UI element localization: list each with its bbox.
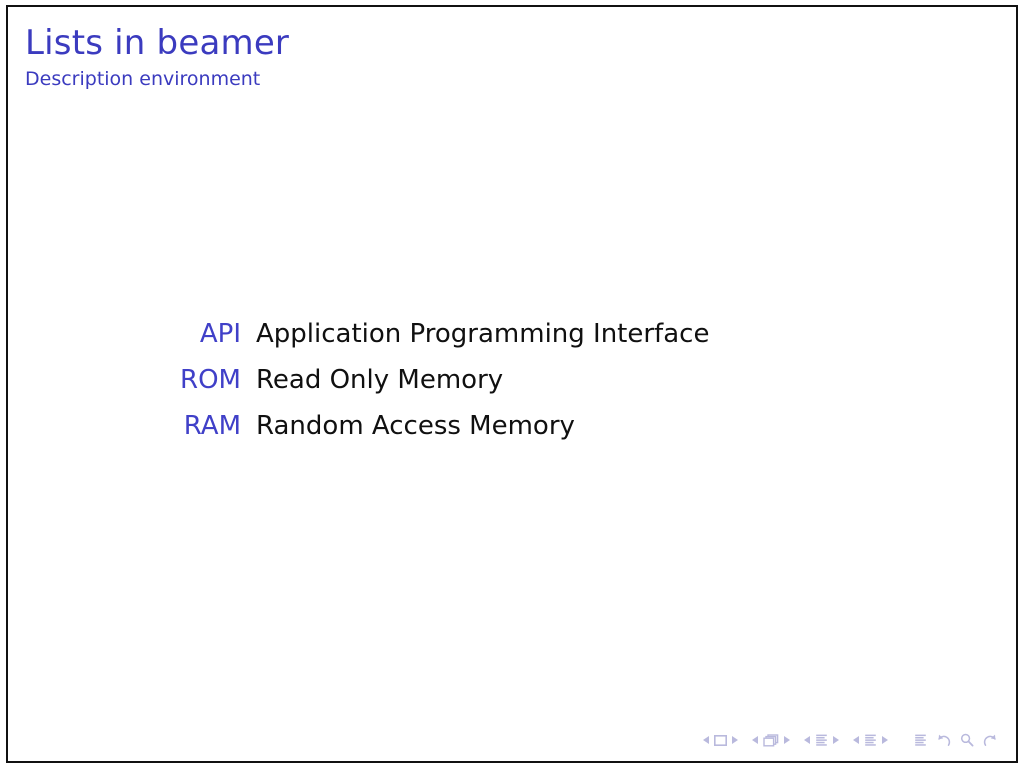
next-subsection-arrow-icon[interactable] — [833, 736, 839, 744]
description-definition: Read Only Memory — [256, 365, 504, 395]
nav-group-frame[interactable] — [752, 733, 790, 747]
description-term: RAM — [183, 411, 241, 441]
previous-subsection-arrow-icon[interactable] — [804, 736, 810, 744]
next-frame-arrow-icon[interactable] — [784, 736, 790, 744]
search-icon[interactable] — [960, 733, 974, 747]
description-definition: Random Access Memory — [256, 411, 575, 441]
forward-arrow-icon[interactable] — [983, 733, 998, 747]
subsection-icon[interactable] — [815, 734, 828, 747]
nav-group-document[interactable] — [914, 733, 998, 747]
beamer-navigation-bar[interactable] — [703, 729, 998, 751]
back-arrow-icon[interactable] — [936, 733, 951, 747]
list-item: API Application Programming Interface — [8, 317, 1020, 351]
description-definition-cell: Random Access Memory — [241, 409, 575, 443]
next-section-arrow-icon[interactable] — [882, 736, 888, 744]
slide-canvas: Lists in beamer Description environment … — [0, 0, 1024, 768]
document-icon[interactable] — [914, 734, 927, 747]
nav-group-slide[interactable] — [703, 734, 738, 746]
description-list: API Application Programming Interface RO… — [8, 317, 1020, 443]
description-term-cell: RAM — [8, 409, 241, 443]
description-term: API — [199, 319, 241, 349]
list-item: RAM Random Access Memory — [8, 409, 1020, 443]
description-term: ROM — [180, 365, 241, 395]
previous-frame-arrow-icon[interactable] — [752, 736, 758, 744]
description-term-cell: ROM — [8, 363, 241, 397]
description-definition: Application Programming Interface — [256, 319, 710, 349]
nav-group-subsection[interactable] — [804, 734, 839, 747]
description-definition-cell: Application Programming Interface — [241, 317, 709, 351]
section-icon[interactable] — [864, 734, 877, 747]
nav-group-section[interactable] — [853, 734, 888, 747]
slide-frame: Lists in beamer Description environment … — [6, 5, 1018, 763]
slide-icon[interactable] — [714, 734, 727, 746]
previous-slide-arrow-icon[interactable] — [703, 736, 709, 744]
frame-icon[interactable] — [763, 733, 779, 747]
page-subtitle: Description environment — [25, 68, 261, 91]
slide-headline: Lists in beamer Description environment — [25, 23, 925, 91]
page-title: Lists in beamer — [25, 23, 290, 63]
description-definition-cell: Read Only Memory — [241, 363, 503, 397]
description-term-cell: API — [8, 317, 241, 351]
previous-section-arrow-icon[interactable] — [853, 736, 859, 744]
list-item: ROM Read Only Memory — [8, 363, 1020, 397]
next-slide-arrow-icon[interactable] — [732, 736, 738, 744]
